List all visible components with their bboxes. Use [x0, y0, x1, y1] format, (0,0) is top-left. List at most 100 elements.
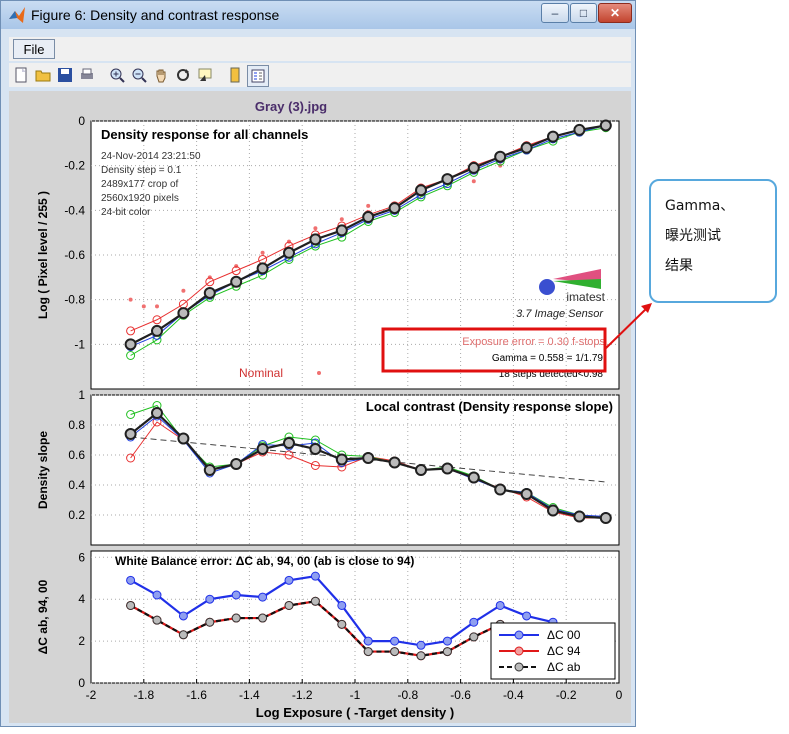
x-tick-label: 0 [616, 688, 623, 702]
chart-panel-2: 1 0.8 0.6 0.4 0.2 Density slope Local contrast… [36, 388, 620, 546]
zoom-in-icon[interactable] [107, 65, 127, 85]
data-cursor-icon[interactable] [195, 65, 215, 85]
legend-marker [514, 646, 524, 656]
nominal-point [155, 304, 159, 309]
data-point [258, 592, 268, 602]
legend-label: ΔC 94 [547, 644, 581, 658]
title-bar: Figure 6: Density and contrast response … [1, 1, 635, 29]
data-point [177, 307, 190, 320]
maximize-icon: □ [579, 6, 588, 20]
data-point [388, 202, 401, 215]
data-point [203, 464, 216, 476]
data-point [231, 613, 241, 623]
x-tick-label: -1.6 [186, 688, 207, 702]
chart-title: Local contrast (Density response slope) [366, 399, 613, 414]
data-point [124, 428, 137, 440]
gamma-text: Gamma = 0.558 = 1/1.79 [492, 353, 604, 364]
data-point [441, 462, 454, 475]
data-point [177, 432, 190, 445]
pan-hand-icon[interactable] [151, 65, 171, 85]
data-point [494, 150, 507, 163]
data-point [126, 600, 136, 610]
data-point [442, 647, 452, 657]
print-icon[interactable] [77, 65, 97, 85]
y-tick-label: 0 [78, 114, 85, 128]
save-icon[interactable] [55, 65, 75, 85]
data-point [205, 594, 215, 604]
nominal-label: Nominal [239, 366, 283, 380]
maximize-button[interactable]: □ [570, 3, 597, 23]
callout-line: 曝光测试 [665, 228, 721, 244]
y-tick-label: 4 [78, 592, 85, 606]
data-point [309, 233, 322, 246]
data-point [494, 483, 507, 496]
x-tick-label: -1.4 [239, 688, 260, 702]
nominal-point [181, 288, 186, 293]
legend-icon[interactable] [247, 65, 269, 87]
colorbar-icon[interactable] [225, 65, 245, 85]
figure-canvas: Gray (3).jpg 0 -0.2 -0.4 -0.6 -0.8 -1 Log ( Pi… [9, 91, 631, 723]
data-point [415, 464, 427, 476]
legend: ΔC 00 ΔC 94 ΔC ab [490, 622, 616, 680]
y-tick-label: 0.6 [68, 448, 85, 462]
nominal-point [128, 297, 133, 302]
data-point [283, 246, 295, 259]
chart-title: White Balance error: ΔC ab, 94, 00 (ab i… [115, 554, 414, 568]
chart-figure: Gray (3).jpg 0 -0.2 -0.4 -0.6 -0.8 -1 Log ( Pi… [36, 99, 623, 720]
new-file-icon[interactable] [11, 65, 31, 85]
data-point [416, 651, 426, 661]
x-tick-label: -1.8 [133, 688, 154, 702]
nominal-point [366, 203, 371, 208]
data-point [522, 611, 532, 621]
menu-file[interactable]: File [13, 39, 55, 59]
data-point [547, 130, 559, 143]
data-point [573, 123, 586, 136]
chart-panel-1: 0 -0.2 -0.4 -0.6 -0.8 -1 Log ( Pixel level / 2… [36, 114, 620, 390]
matlab-logo-icon [9, 7, 25, 23]
y-tick-label: -1 [74, 337, 85, 351]
data-point [205, 617, 215, 627]
legend-marker [514, 662, 524, 672]
data-point [126, 575, 136, 585]
logo-subtitle: 3.7 Image Sensor [516, 308, 604, 320]
minimize-button[interactable]: – [541, 3, 569, 23]
data-point [152, 615, 162, 625]
rotate-icon[interactable] [173, 65, 193, 85]
data-point [283, 437, 295, 449]
data-point [388, 456, 401, 469]
data-point [390, 647, 400, 657]
info-line: 24-bit color [101, 207, 151, 218]
zoom-out-icon[interactable] [129, 65, 149, 85]
logo-circle [539, 279, 555, 295]
data-point [362, 211, 375, 224]
data-point [390, 636, 400, 646]
data-point [178, 611, 188, 621]
data-point [441, 173, 454, 186]
data-point [469, 617, 479, 627]
data-point [230, 458, 243, 470]
data-point [230, 275, 243, 288]
chart-panel-3: 0 2 4 6 ΔC ab, 94, 00 White Balance error: ΔC… [36, 550, 623, 720]
data-point [416, 640, 426, 650]
data-point [469, 632, 479, 642]
data-point [256, 262, 269, 275]
data-point [415, 184, 427, 197]
data-point [256, 443, 269, 455]
info-line: Density step = 0.1 [101, 165, 182, 176]
x-tick-label: -0.6 [450, 688, 471, 702]
open-folder-icon[interactable] [33, 65, 53, 85]
y-tick-label: 2 [78, 634, 85, 648]
data-point [573, 510, 586, 523]
data-point [178, 630, 188, 640]
y-axis-label: Log ( Pixel level / 255 ) [36, 191, 50, 319]
data-point [310, 571, 320, 581]
y-tick-label: 1 [78, 388, 85, 402]
close-button[interactable]: ✕ [598, 3, 632, 23]
x-tick-label: -0.4 [503, 688, 524, 702]
nominal-point [141, 304, 146, 309]
legend-label: ΔC ab [547, 660, 581, 674]
chart-title: Density response for all channels [101, 127, 308, 142]
legend-marker [514, 630, 524, 640]
data-point [363, 636, 373, 646]
logo-text: imatest [566, 290, 605, 304]
